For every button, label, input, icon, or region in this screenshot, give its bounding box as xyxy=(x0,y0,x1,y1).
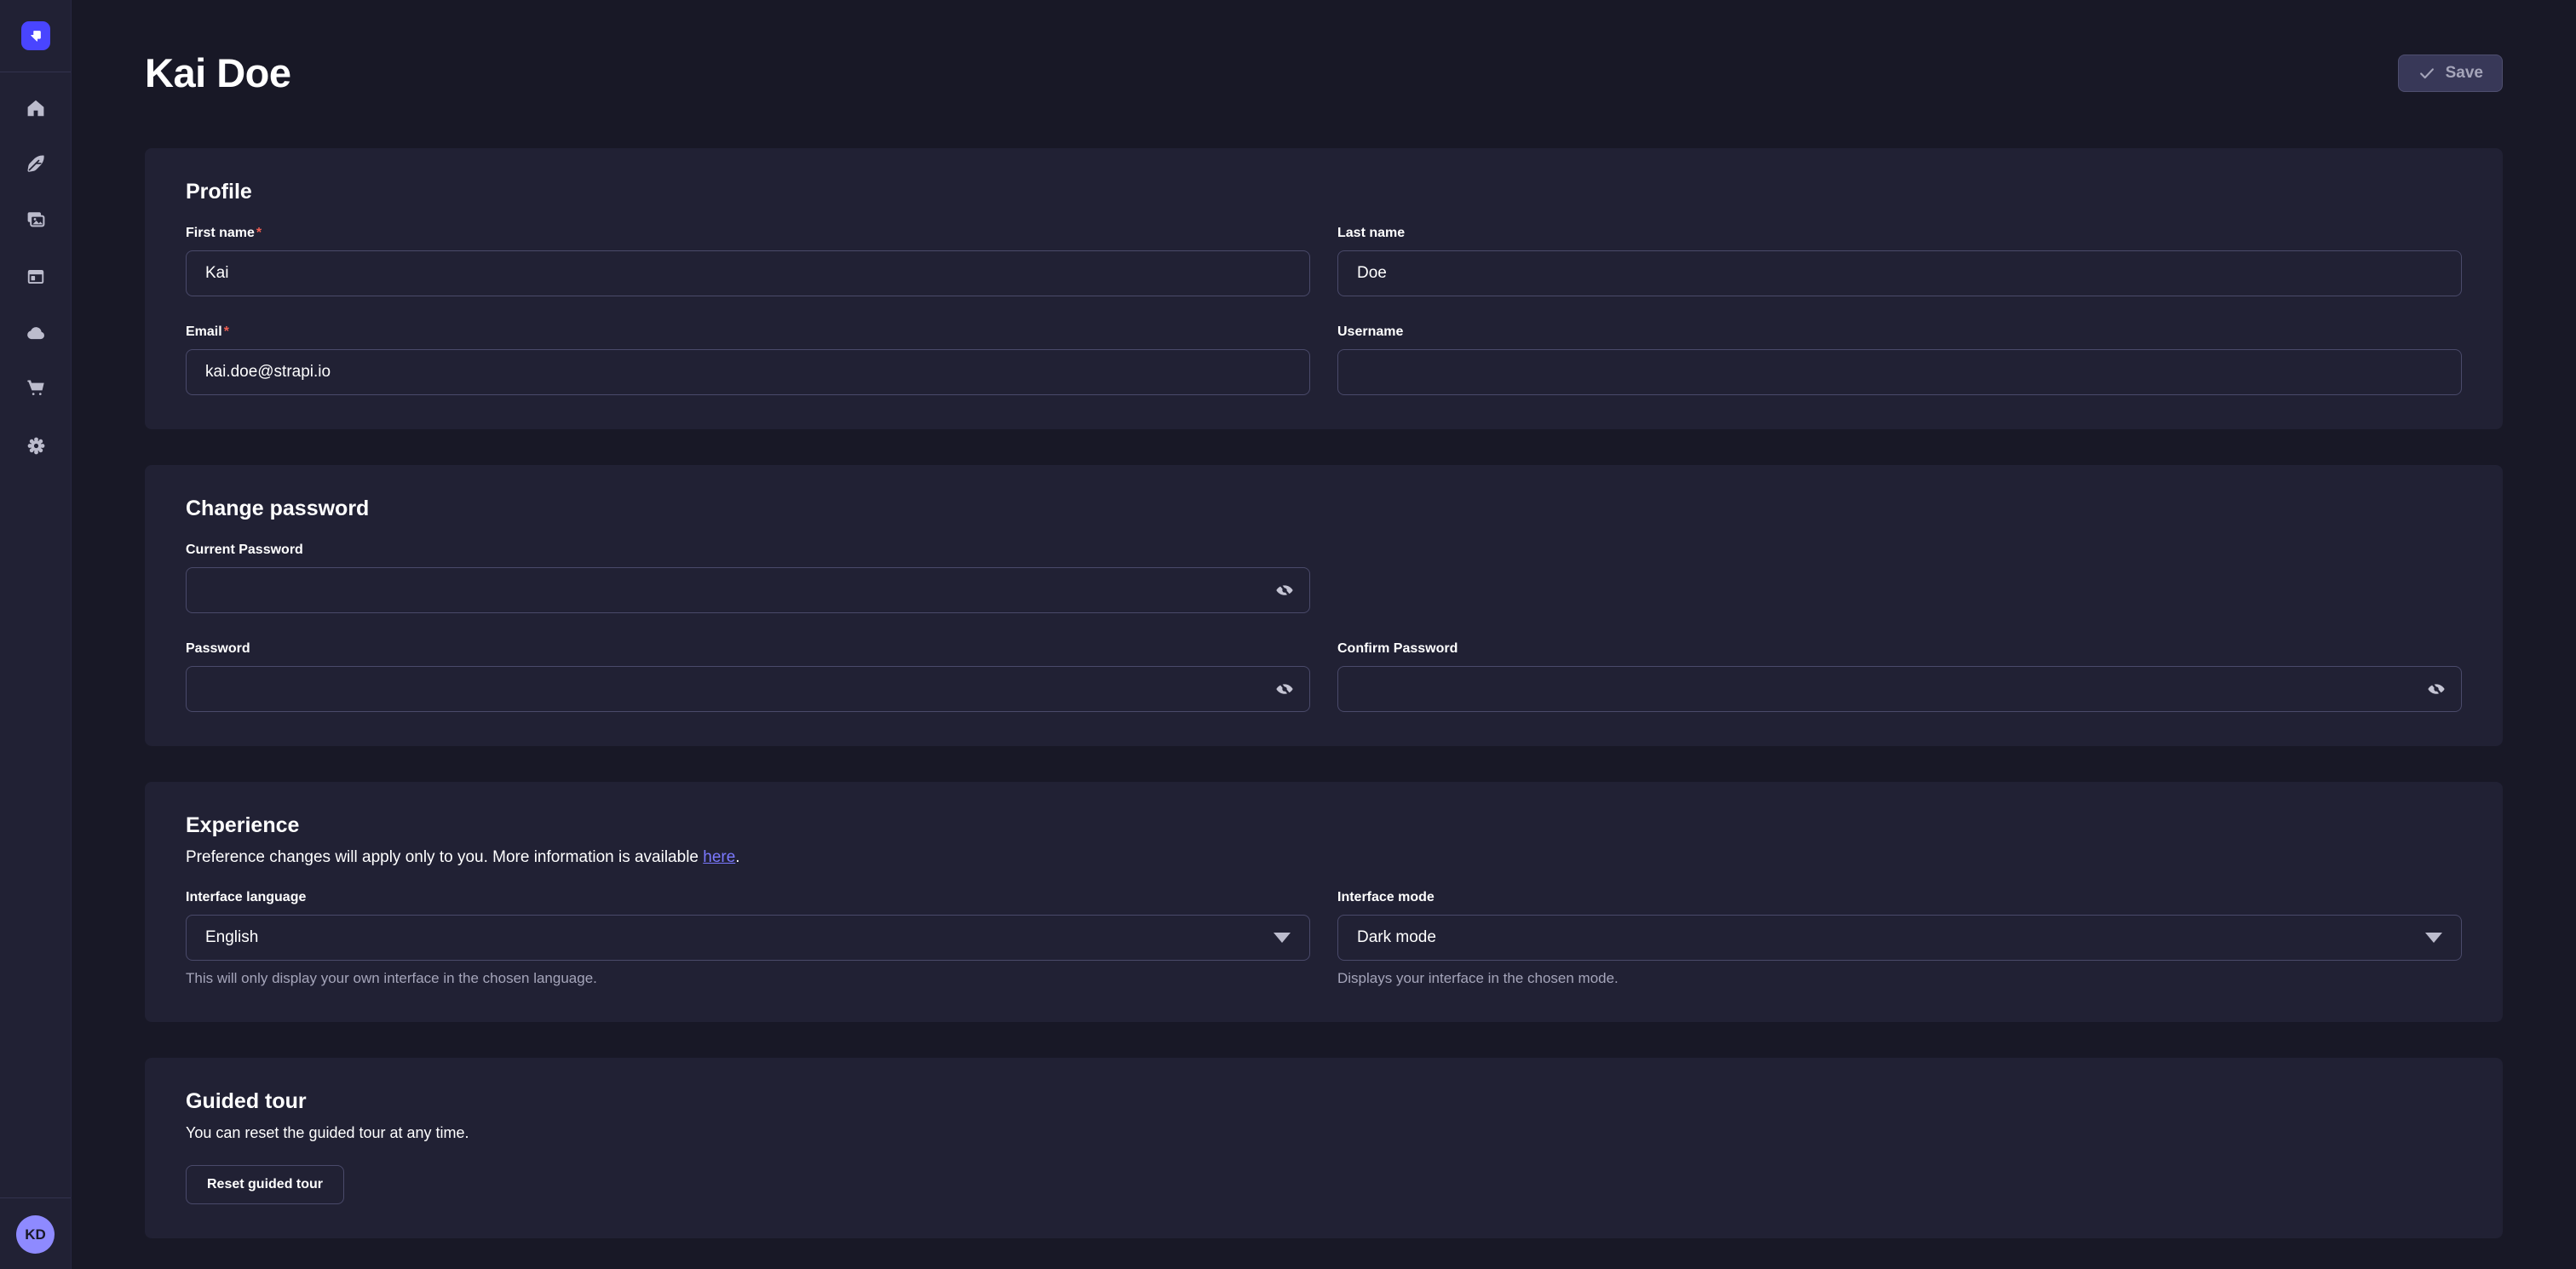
deploy-cloud-icon xyxy=(25,323,47,345)
experience-form: Interface language English This will onl… xyxy=(186,889,2462,988)
more-information-link[interactable]: here xyxy=(703,848,735,866)
change-password-card-title: Change password xyxy=(186,496,2462,521)
first-name-label: First name* xyxy=(186,225,1310,242)
new-password-field-group: Password xyxy=(186,640,1310,712)
sidebar: KD xyxy=(0,0,72,1269)
eye-off-icon xyxy=(1274,678,1296,700)
email-input[interactable] xyxy=(186,349,1310,395)
email-field-group: Email* xyxy=(186,324,1310,395)
required-asterisk: * xyxy=(224,324,229,339)
interface-mode-hint: Displays your interface in the chosen mo… xyxy=(1337,969,2462,988)
sidebar-item-content-manager[interactable] xyxy=(19,146,53,181)
settings-gear-icon xyxy=(26,435,47,456)
username-field-group: Username xyxy=(1337,324,2462,395)
profile-card-title: Profile xyxy=(186,179,2462,204)
last-name-label: Last name xyxy=(1337,225,2462,242)
current-password-input[interactable] xyxy=(186,567,1310,613)
profile-form: First name* Last name Email* Username xyxy=(186,225,2462,395)
confirm-password-field-group: Confirm Password xyxy=(1337,640,2462,712)
guided-tour-card-title: Guided tour xyxy=(186,1088,2462,1114)
eye-off-icon xyxy=(1274,579,1296,601)
main-content: Kai Doe Save Profile First name* Last na… xyxy=(72,0,2576,1269)
interface-language-select[interactable]: English xyxy=(186,915,1310,961)
interface-mode-label: Interface mode xyxy=(1337,889,2462,906)
guided-tour-card: Guided tour You can reset the guided tou… xyxy=(145,1058,2503,1238)
avatar-initials: KD xyxy=(25,1226,46,1243)
toggle-confirm-password-visibility-button[interactable] xyxy=(2421,674,2452,704)
first-name-field-group: First name* xyxy=(186,225,1310,296)
home-icon xyxy=(26,98,46,118)
save-button-label: Save xyxy=(2446,64,2483,83)
guided-tour-description: You can reset the guided tour at any tim… xyxy=(186,1123,2462,1143)
interface-language-hint: This will only display your own interfac… xyxy=(186,969,1310,988)
sidebar-item-content-type-builder[interactable] xyxy=(19,260,53,294)
content-feather-icon xyxy=(26,153,46,174)
experience-description: Preference changes will apply only to yo… xyxy=(186,847,2462,869)
confirm-password-label: Confirm Password xyxy=(1337,640,2462,657)
caret-down-icon xyxy=(2425,933,2442,943)
content-type-builder-icon xyxy=(26,267,46,287)
marketplace-cart-icon xyxy=(26,377,47,399)
strapi-logo-button[interactable] xyxy=(21,21,50,50)
sidebar-item-marketplace[interactable] xyxy=(19,370,53,405)
check-icon xyxy=(2418,64,2436,83)
page-header: Kai Doe Save xyxy=(145,49,2503,97)
save-button[interactable]: Save xyxy=(2398,55,2503,92)
reset-guided-tour-button[interactable]: Reset guided tour xyxy=(186,1165,344,1204)
interface-language-label: Interface language xyxy=(186,889,1310,906)
required-asterisk: * xyxy=(256,226,262,240)
caret-down-icon xyxy=(1274,933,1291,943)
sidebar-item-settings[interactable] xyxy=(19,428,53,462)
interface-language-value: English xyxy=(205,928,258,947)
first-name-input[interactable] xyxy=(186,250,1310,296)
page-title: Kai Doe xyxy=(145,49,291,97)
confirm-password-input[interactable] xyxy=(1337,666,2462,712)
interface-mode-field-group: Interface mode Dark mode Displays your i… xyxy=(1337,889,2462,988)
eye-off-icon xyxy=(2425,678,2447,700)
email-label: Email* xyxy=(186,324,1310,341)
sidebar-item-home[interactable] xyxy=(19,91,53,125)
sidebar-item-deploy[interactable] xyxy=(19,317,53,351)
change-password-card: Change password Current Password Pas xyxy=(145,465,2503,746)
username-input[interactable] xyxy=(1337,349,2462,395)
profile-card: Profile First name* Last name Email* Use… xyxy=(145,148,2503,429)
experience-card-title: Experience xyxy=(186,813,2462,838)
last-name-field-group: Last name xyxy=(1337,225,2462,296)
last-name-input[interactable] xyxy=(1337,250,2462,296)
user-avatar[interactable]: KD xyxy=(16,1215,55,1254)
toggle-current-password-visibility-button[interactable] xyxy=(1269,575,1300,606)
toggle-new-password-visibility-button[interactable] xyxy=(1269,674,1300,704)
change-password-form: Current Password Password xyxy=(186,542,2462,712)
sidebar-divider-bottom xyxy=(0,1197,71,1198)
experience-card: Experience Preference changes will apply… xyxy=(145,782,2503,1022)
interface-language-field-group: Interface language English This will onl… xyxy=(186,889,1310,988)
new-password-input[interactable] xyxy=(186,666,1310,712)
sidebar-item-media-library[interactable] xyxy=(19,203,53,237)
current-password-field-group: Current Password xyxy=(186,542,1310,613)
new-password-label: Password xyxy=(186,640,1310,657)
current-password-label: Current Password xyxy=(186,542,1310,559)
interface-mode-select[interactable]: Dark mode xyxy=(1337,915,2462,961)
interface-mode-value: Dark mode xyxy=(1357,928,1436,947)
strapi-logo-icon xyxy=(26,26,45,45)
username-label: Username xyxy=(1337,324,2462,341)
media-library-icon xyxy=(26,210,46,230)
